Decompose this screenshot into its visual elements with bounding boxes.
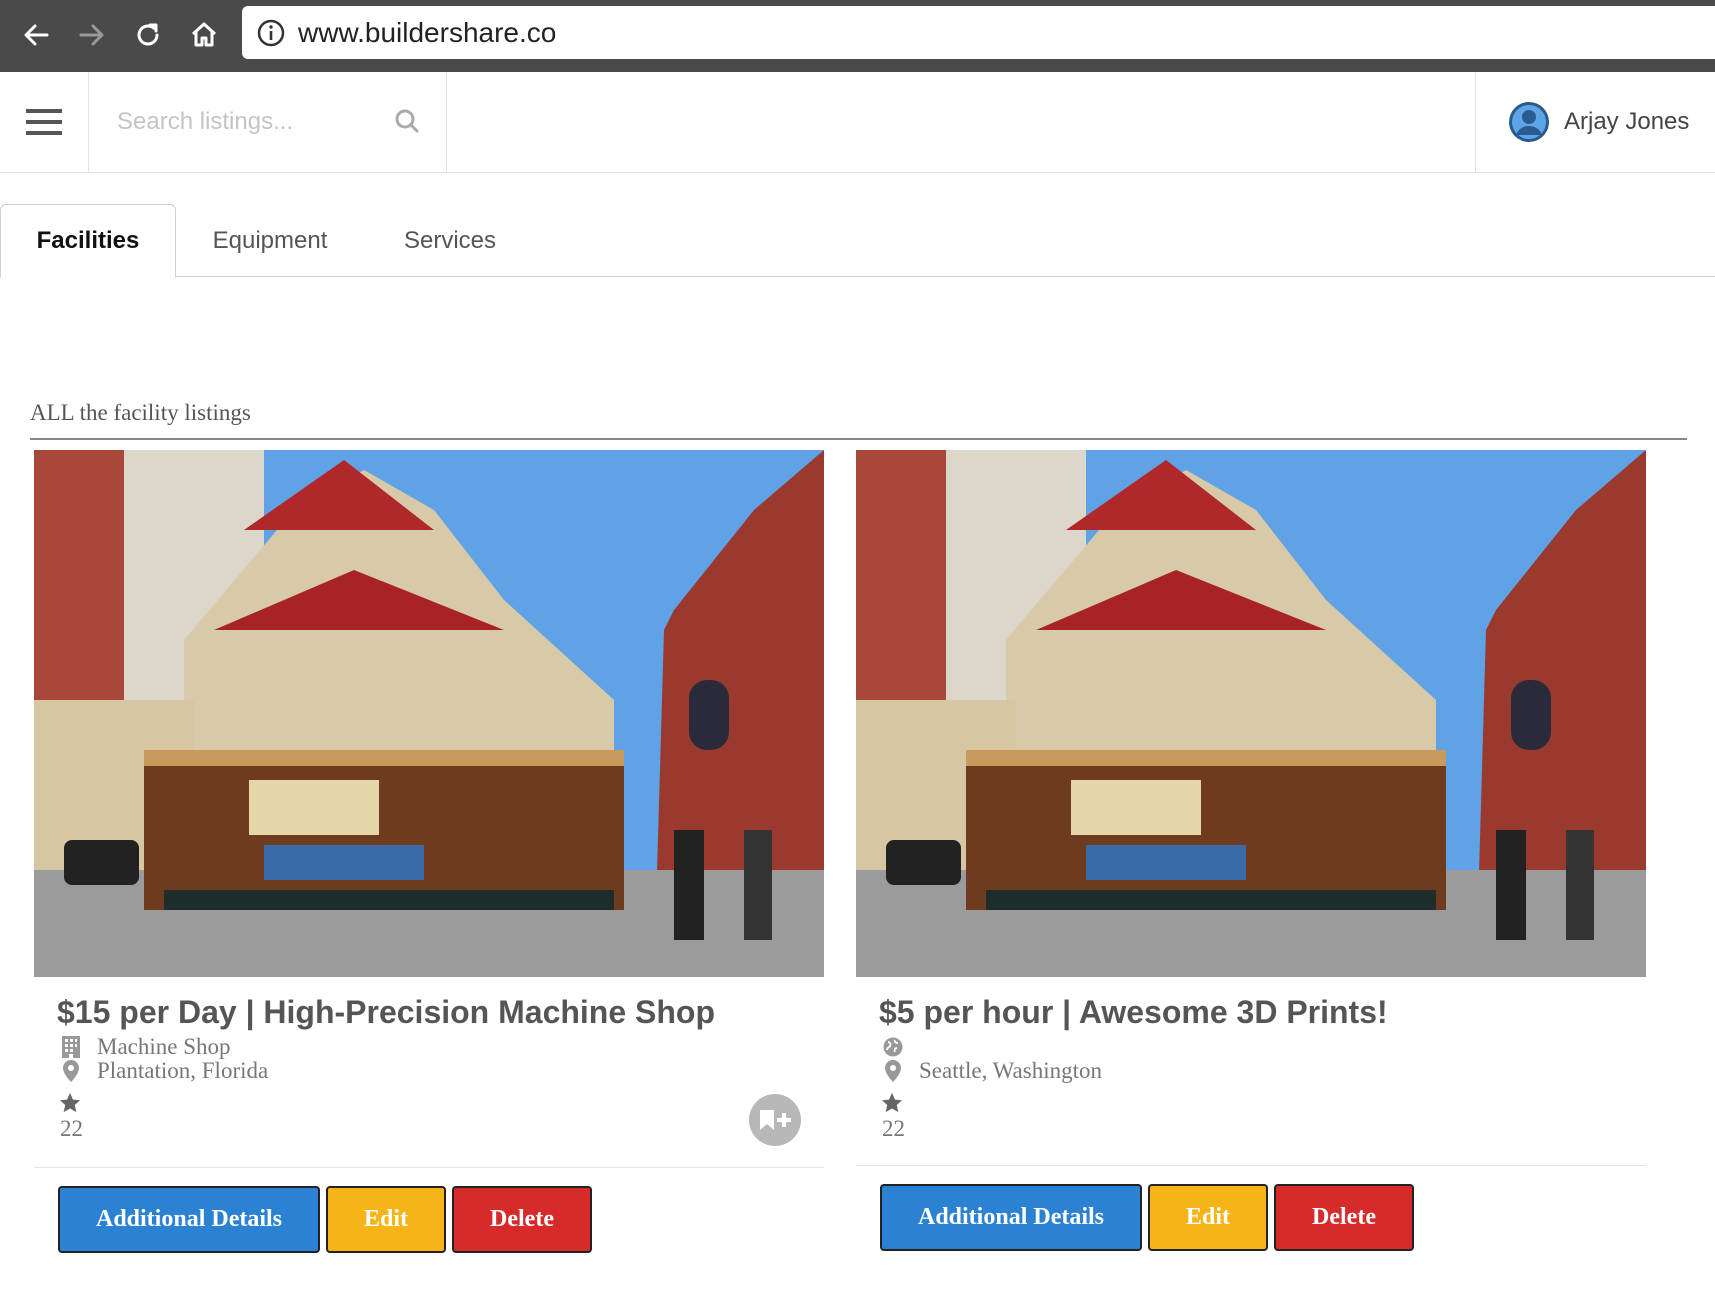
listing-image <box>856 450 1646 977</box>
tab-facilities[interactable]: Facilities <box>0 204 176 278</box>
card-divider <box>34 1167 824 1168</box>
reload-button[interactable] <box>126 12 170 58</box>
rating-count: 22 <box>60 1116 83 1141</box>
building-icon <box>57 1034 85 1060</box>
listing-title[interactable]: $5 per hour | Awesome 3D Prints! <box>879 994 1388 1031</box>
section-divider <box>30 438 1687 440</box>
address-bar[interactable]: www.buildershare.co <box>242 6 1715 59</box>
category-tabs: Facilities Equipment Services <box>0 204 1715 278</box>
search-input[interactable] <box>117 104 387 140</box>
app-header: Arjay Jones <box>0 72 1715 173</box>
listing-image <box>34 450 824 977</box>
card-divider <box>856 1165 1646 1166</box>
additional-details-button[interactable]: Additional Details <box>58 1186 320 1253</box>
location-label: Plantation, Florida <box>97 1058 269 1083</box>
listing-title[interactable]: $15 per Day | High-Precision Machine Sho… <box>57 994 715 1031</box>
listing-card: $5 per hour | Awesome 3D Prints! Seattle… <box>856 450 1646 1260</box>
map-pin-icon <box>879 1058 907 1084</box>
back-arrow-icon <box>24 24 49 46</box>
user-menu[interactable]: Arjay Jones <box>1475 72 1715 172</box>
listing-location: Seattle, Washington <box>879 1058 1102 1084</box>
map-pin-icon <box>57 1058 85 1084</box>
listing-card: $15 per Day | High-Precision Machine Sho… <box>34 450 824 1260</box>
category-label: Machine Shop <box>97 1034 231 1059</box>
search-icon[interactable] <box>392 106 422 136</box>
additional-details-button[interactable]: Additional Details <box>880 1184 1142 1251</box>
listing-photo[interactable] <box>856 450 1646 977</box>
hamburger-icon <box>26 109 62 135</box>
add-bookmark-button[interactable] <box>749 1094 801 1146</box>
rating-count: 22 <box>882 1116 905 1141</box>
listing-category: Machine Shop <box>57 1034 231 1060</box>
bookmark-plus-icon <box>760 1110 791 1130</box>
home-icon <box>191 22 217 47</box>
info-icon[interactable] <box>256 18 286 48</box>
home-button[interactable] <box>182 12 226 58</box>
listing-photo[interactable] <box>34 450 824 977</box>
tab-equipment[interactable]: Equipment <box>195 204 345 277</box>
back-button[interactable] <box>14 12 58 58</box>
reload-icon <box>137 23 159 46</box>
delete-button[interactable]: Delete <box>1274 1184 1414 1251</box>
forward-button[interactable] <box>70 12 114 58</box>
url-text[interactable]: www.buildershare.co <box>298 17 556 49</box>
star-icon <box>59 1092 81 1113</box>
location-label: Seattle, Washington <box>919 1058 1102 1083</box>
edit-button[interactable]: Edit <box>1148 1184 1268 1251</box>
forward-arrow-icon <box>79 24 104 46</box>
user-name: Arjay Jones <box>1564 108 1690 135</box>
search-box <box>89 72 447 172</box>
listing-category <box>879 1034 919 1060</box>
tab-services[interactable]: Services <box>385 204 515 277</box>
user-avatar-icon <box>1509 102 1549 142</box>
listing-location: Plantation, Florida <box>57 1058 268 1084</box>
section-title: ALL the facility listings <box>30 400 251 425</box>
edit-button[interactable]: Edit <box>326 1186 446 1253</box>
globe-icon <box>879 1034 907 1060</box>
delete-button[interactable]: Delete <box>452 1186 592 1253</box>
star-icon <box>881 1092 903 1113</box>
menu-button[interactable] <box>0 72 89 172</box>
browser-toolbar: www.buildershare.co <box>0 0 1715 72</box>
